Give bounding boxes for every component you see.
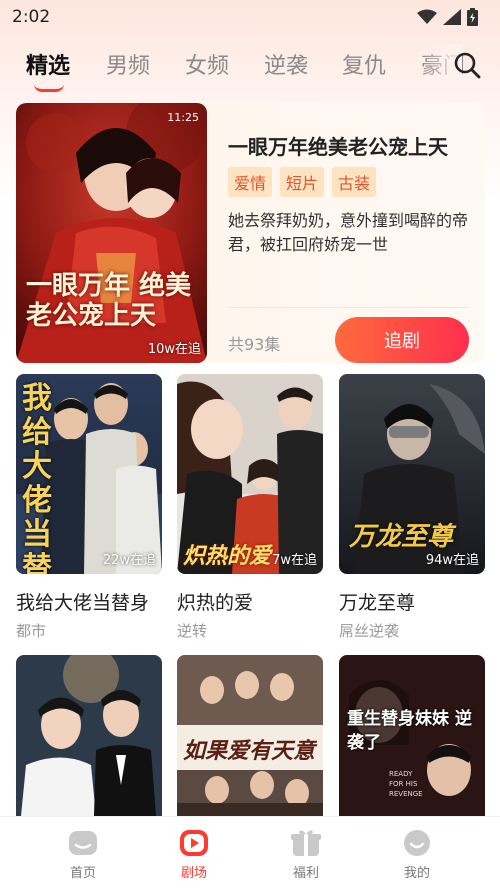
status-bar: 2:02 [0,0,500,34]
nav-label: 我的 [403,866,430,881]
drama-genre: 屌丝逆袭 [339,622,400,640]
featured-cover-image[interactable]: 11:25 一眼万年 绝美老公宠上天 10w在追 [16,103,207,363]
drama-cover-image[interactable]: 重生替身妹妹 逆袭了 READY FOR HIS REVENGE [339,655,485,816]
featured-title[interactable]: 一眼万年绝美老公宠上天 [228,131,448,160]
category-tabs: 精选 男频 女频 逆袭 复仇 豪门 [0,44,500,92]
featured-description: 她去祭拜奶奶，意外撞到喝醉的帝君，被扛回府娇宠一世 [228,211,469,254]
drama-cover-image[interactable] [16,655,162,816]
nav-label: 剧场 [180,866,207,881]
drama-genre: 逆转 [177,622,208,640]
nav-profile[interactable]: 我的 [387,829,447,881]
cover-title-art: 重生替身妹妹 逆袭了 [347,709,472,753]
wifi-icon [417,9,437,24]
drama-title[interactable]: 万龙至尊 [339,588,415,615]
status-time: 2:02 [12,7,51,27]
tab-female[interactable]: 女频 [185,44,229,84]
active-tab-indicator [34,84,64,92]
cover-title-art: 万龙至尊 [349,522,454,552]
drama-cover-image[interactable]: 万龙至尊 94w在追 [339,374,485,574]
drama-title[interactable]: 炽热的爱 [177,588,253,615]
drama-cover-image[interactable]: 我给大佬当替身 22w在追 [16,374,162,574]
tab-male[interactable]: 男频 [106,44,150,84]
cover-time: 11:25 [167,111,199,124]
follow-button[interactable]: 追剧 [335,317,469,363]
tag: 古装 [332,167,377,197]
nav-label: 首页 [69,866,96,881]
tab-comeback[interactable]: 逆袭 [264,44,308,84]
drama-cover-image[interactable]: 如果爱有天意 [177,655,323,816]
battery-icon [467,8,478,26]
cover-title-art: 炽热的爱 [183,543,272,569]
divider [228,307,468,308]
profile-icon [404,830,430,856]
bottom-nav: 首页 剧场 福利 我的 [0,816,500,889]
tag: 爱情 [228,167,273,197]
featured-drama-card[interactable]: 11:25 一眼万年 绝美老公宠上天 10w在追 一眼万年绝美老公宠上天 爱情 … [16,103,485,363]
tab-featured[interactable]: 精选 [26,44,70,84]
drama-card[interactable]: 万龙至尊 94w在追 万龙至尊 屌丝逆袭 [339,374,485,640]
drama-title[interactable]: 我给大佬当替身 [16,588,149,615]
signal-icon [443,9,461,25]
gift-icon [291,830,321,856]
nav-label: 福利 [292,866,319,881]
tab-revenge[interactable]: 复仇 [342,44,386,84]
nav-theater[interactable]: 剧场 [164,829,224,881]
featured-tags: 爱情 短片 古装 [228,167,377,197]
nav-rewards[interactable]: 福利 [276,829,336,881]
episode-count: 共93集 [228,335,281,354]
view-count: 94w在追 [425,553,479,568]
cover-title-art: 如果爱有天意 [183,738,316,764]
home-icon [69,831,97,855]
drama-card[interactable]: 我给大佬当替身 22w在追 我给大佬当替身 都市 [16,374,162,640]
featured-view-count: 10w在追 [147,342,201,357]
view-count: 22w在追 [102,553,156,568]
drama-cover-image[interactable]: 炽热的爱 7w在追 [177,374,323,574]
theater-play-icon [180,830,208,856]
tag: 短片 [280,167,325,197]
cover-subtitle-art: READY FOR HIS REVENGE [389,770,423,798]
cover-title-art: 一眼万年 绝美老公宠上天 [26,271,192,331]
nav-home[interactable]: 首页 [53,829,113,881]
cover-title-art: 我给大佬当替身 [22,381,52,575]
drama-genre: 都市 [16,622,47,640]
status-icons [417,8,478,26]
search-icon[interactable] [452,50,482,80]
drama-card[interactable]: 炽热的爱 7w在追 炽热的爱 逆转 [177,374,323,640]
view-count: 7w在追 [272,553,317,568]
